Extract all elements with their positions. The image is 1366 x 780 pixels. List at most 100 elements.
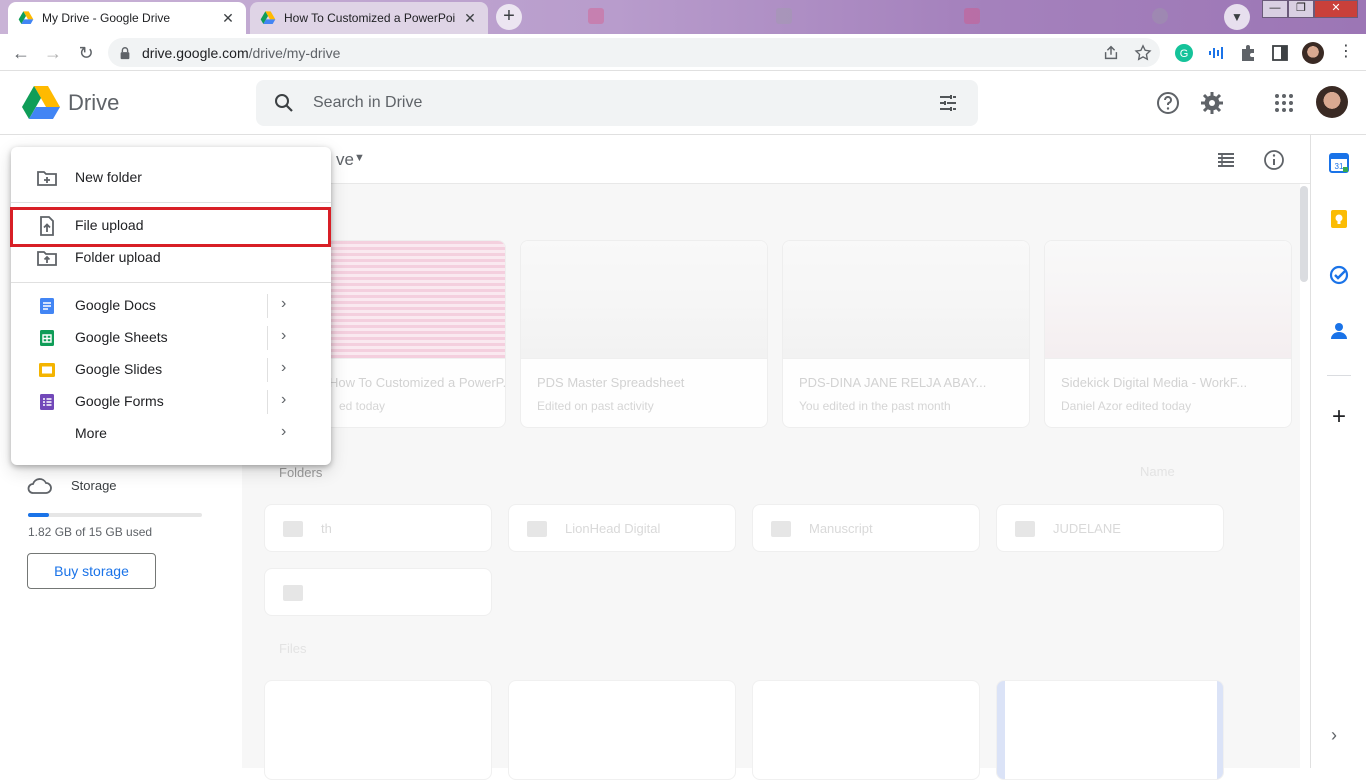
tab-search-chevron-icon[interactable]: ▼ [1224,4,1250,30]
google-tasks-icon[interactable] [1329,265,1349,285]
my-drive-breadcrumb[interactable]: ve [336,150,354,170]
file-card[interactable] [264,680,492,780]
forward-arrow-icon[interactable]: → [40,40,66,66]
menu-item-label: More [75,425,107,441]
scrollbar-thumb[interactable] [1300,186,1308,282]
folder-icon [283,585,303,601]
help-icon[interactable] [1156,91,1180,115]
menu-item-google-forms[interactable]: Google Forms › [11,386,331,418]
menu-item-label: Google Slides [75,361,163,377]
menu-item-label: Folder upload [75,249,161,265]
bookmark-star-icon[interactable] [1134,44,1152,62]
folder-item[interactable]: JUDELANE [996,504,1224,552]
file-card[interactable] [508,680,736,780]
google-slides-icon [39,363,55,377]
file-meta: ed today [339,399,386,413]
file-meta: Edited on past activity [537,399,654,413]
new-tab-button[interactable]: + [496,4,522,30]
google-apps-grid-icon[interactable] [1272,91,1296,115]
menu-item-new-folder[interactable]: New folder [11,162,331,194]
file-name: How To Customized a PowerP... [329,375,506,390]
read-aloud-extension-icon[interactable] [1206,43,1226,63]
search-placeholder: Search in Drive [313,94,423,111]
folder-item[interactable]: th [264,504,492,552]
background-tab-favicon-icon[interactable] [776,8,792,24]
collapse-panel-chevron-icon[interactable]: › [1331,725,1337,746]
files-section-label: Files [279,641,307,656]
settings-gear-icon[interactable] [1200,91,1224,115]
drive-header: Drive Search in Drive [0,71,1366,135]
account-avatar[interactable] [1316,86,1348,118]
new-item-menu: New folder File upload Folder upload Goo… [11,147,331,465]
folder-icon [283,521,303,537]
menu-item-google-sheets[interactable]: Google Sheets › [11,322,331,354]
file-meta: Daniel Azor edited today [1061,399,1192,413]
folder-item[interactable]: Manuscript [752,504,980,552]
submenu-divider [267,326,268,350]
maximize-window-button[interactable]: ❐ [1288,0,1314,18]
chevron-right-icon: › [281,327,287,344]
background-tab-favicon-icon[interactable] [588,8,604,24]
sort-by-name-button[interactable]: Name [1140,464,1175,479]
menu-divider [11,282,331,283]
menu-item-google-slides[interactable]: Google Slides › [11,354,331,386]
menu-item-label: Google Forms [75,393,164,409]
browser-menu-icon[interactable]: ⋮ [1336,42,1356,62]
folder-name: Manuscript [809,521,873,536]
storage-usage-fill [28,513,50,517]
google-docs-icon [40,298,54,314]
back-arrow-icon[interactable]: ← [8,40,34,66]
profile-avatar[interactable] [1302,42,1324,64]
address-bar[interactable]: drive.google.com/drive/my-drive [108,38,1160,67]
url-text: drive.google.com/drive/my-drive [142,45,340,61]
menu-item-google-docs[interactable]: Google Docs › [11,290,331,322]
breadcrumb-dropdown-icon[interactable]: ▼ [354,152,365,164]
info-icon[interactable] [1263,149,1285,171]
tab-my-drive[interactable]: My Drive - Google Drive ✕ [8,2,246,34]
search-options-icon[interactable] [938,93,958,113]
close-window-button[interactable]: ✕ [1314,0,1358,18]
add-addon-icon[interactable]: + [1327,405,1351,429]
google-drive-logo-icon[interactable] [22,85,60,119]
submenu-divider [267,390,268,414]
folder-name: LionHead Digital [565,521,661,536]
google-drive-favicon-icon [18,11,34,24]
tab-powerpoint-article[interactable]: How To Customized a PowerPoin ✕ [250,2,488,34]
minimize-window-button[interactable]: — [1262,0,1288,18]
chevron-right-icon: › [281,423,287,440]
suggested-file-card[interactable]: Sidekick Digital Media - WorkF... Daniel… [1044,240,1292,428]
suggested-file-card[interactable]: PDS-DINA JANE RELJA ABAY... You edited i… [782,240,1030,428]
google-keep-icon[interactable] [1329,209,1349,229]
background-tab-favicon-icon[interactable] [1152,8,1168,24]
folder-name: th [321,521,332,536]
list-view-icon[interactable] [1215,149,1237,171]
file-card[interactable] [752,680,980,780]
background-tab-favicon-icon[interactable] [964,8,980,24]
file-card[interactable] [996,680,1224,780]
main-toolbar [242,135,1310,184]
search-input[interactable]: Search in Drive [256,80,978,126]
file-thumbnail [521,241,767,359]
search-icon[interactable] [274,93,294,113]
folder-icon [771,521,791,537]
svg-text:G: G [1180,48,1189,60]
folder-item[interactable] [264,568,492,616]
submenu-divider [267,294,268,318]
google-contacts-icon[interactable] [1329,321,1349,341]
side-panel-icon[interactable] [1270,43,1290,63]
tab-title: My Drive - Google Drive [42,11,171,25]
url-path: /drive/my-drive [248,44,341,61]
app-title[interactable]: Drive [68,90,119,116]
google-calendar-icon[interactable]: 31 [1329,153,1349,173]
tab-close-icon[interactable]: ✕ [220,10,236,27]
tab-close-icon[interactable]: ✕ [462,10,478,27]
grammarly-extension-icon[interactable]: G [1174,43,1194,63]
suggested-file-card[interactable]: PDS Master Spreadsheet Edited on past ac… [520,240,768,428]
extensions-puzzle-icon[interactable] [1238,43,1258,63]
reload-icon[interactable]: ↻ [73,40,99,66]
folder-icon [527,521,547,537]
menu-item-more[interactable]: More › [11,418,331,450]
folder-item[interactable]: LionHead Digital [508,504,736,552]
buy-storage-button[interactable]: Buy storage [27,553,156,589]
share-icon[interactable] [1102,44,1120,62]
